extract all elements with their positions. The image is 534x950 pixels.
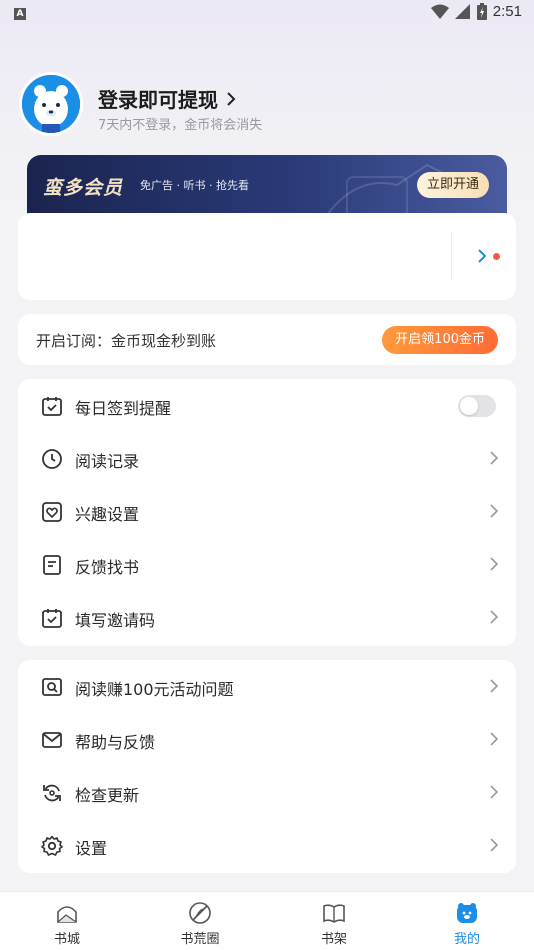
menu-label: 每日签到提醒 [75, 399, 172, 418]
checkin-reminder-toggle[interactable] [458, 395, 496, 417]
notification-dot [493, 253, 500, 260]
avatar[interactable] [19, 72, 83, 136]
menu-item-reading-history[interactable]: 阅读记录 [18, 432, 516, 485]
menu-label: 阅读赚100元活动问题 [75, 680, 234, 699]
status-indicator: A [14, 8, 26, 20]
search-box-icon [42, 678, 62, 696]
chevron-right-icon [490, 838, 498, 852]
vip-description: 免广告 · 听书 · 抢先看 [140, 179, 249, 192]
mail-icon [42, 732, 62, 748]
menu-item-check-update[interactable]: 检查更新 [18, 766, 516, 819]
menu-group-2: 阅读赚100元活动问题 帮助与反馈 检查更新 设置 [18, 660, 516, 873]
nav-label: 我的 [453, 932, 480, 947]
subscribe-button[interactable]: 开启领100金币 [382, 326, 498, 354]
subscribe-card: 开启订阅：金币现金秒到账 开启领100金币 [18, 314, 516, 365]
chevron-right-icon [490, 504, 498, 518]
status-icons: 2:51 [430, 3, 522, 20]
battery-icon [476, 3, 487, 20]
promo-card[interactable] [18, 213, 516, 300]
menu-item-activity-questions[interactable]: 阅读赚100元活动问题 [18, 660, 516, 713]
calendar-check-icon [42, 397, 62, 416]
menu-item-feedback-find-book[interactable]: 反馈找书 [18, 538, 516, 591]
gear-icon [41, 835, 63, 856]
document-icon [43, 555, 61, 575]
menu-item-help-feedback[interactable]: 帮助与反馈 [18, 713, 516, 766]
menu-item-invite-code[interactable]: 填写邀请码 [18, 591, 516, 644]
nav-item-mine[interactable]: 我的 [427, 900, 507, 947]
login-title[interactable]: 登录即可提现 [98, 84, 236, 113]
chevron-right-icon [490, 785, 498, 799]
calendar-check-icon [42, 609, 62, 628]
nav-label: 书荒圈 [180, 932, 220, 947]
bear-icon [457, 903, 477, 923]
nav-item-bookshelf[interactable]: 书架 [294, 900, 374, 947]
chevron-right-icon [490, 451, 498, 465]
chevron-right-icon[interactable] [478, 249, 486, 263]
nav-item-book-circle[interactable]: 书荒圈 [160, 900, 240, 947]
menu-item-checkin-reminder[interactable]: 每日签到提醒 [18, 379, 516, 432]
login-title-text: 登录即可提现 [98, 88, 218, 112]
chevron-right-icon [490, 557, 498, 571]
nav-item-bookstore[interactable]: 书城 [27, 900, 107, 947]
clock-icon [42, 449, 62, 469]
chevron-right-icon [490, 732, 498, 746]
menu-label: 反馈找书 [75, 558, 140, 577]
vip-banner[interactable]: 蛮多会员 免广告 · 听书 · 抢先看 立即开通 [27, 155, 507, 217]
home-icon [57, 906, 77, 923]
book-icon [323, 904, 345, 923]
nav-label: 书城 [53, 932, 80, 947]
bottom-nav: 书城 书荒圈 书架 我的 [0, 891, 534, 950]
chevron-right-icon [227, 91, 236, 106]
menu-label: 检查更新 [75, 786, 140, 805]
compass-icon [189, 902, 211, 924]
menu-label: 帮助与反馈 [75, 733, 156, 752]
menu-item-interest-settings[interactable]: 兴趣设置 [18, 485, 516, 538]
vip-open-button[interactable]: 立即开通 [416, 172, 489, 198]
toggle-knob [460, 397, 478, 415]
menu-label: 设置 [75, 839, 108, 858]
vip-title: 蛮多会员 [43, 177, 124, 199]
bear-avatar-icon [22, 75, 80, 133]
menu-label: 兴趣设置 [75, 505, 140, 524]
menu-item-settings[interactable]: 设置 [18, 819, 516, 872]
signal-icon [454, 3, 470, 19]
menu-label: 阅读记录 [75, 452, 140, 471]
chevron-right-icon [490, 679, 498, 693]
heart-box-icon [42, 502, 62, 522]
nav-label: 书架 [320, 932, 347, 947]
subscribe-text: 开启订阅：金币现金秒到账 [36, 332, 217, 350]
menu-group-1: 每日签到提醒 阅读记录 兴趣设置 反馈找书 填写邀请码 [18, 379, 516, 646]
refresh-icon [43, 784, 61, 802]
login-subtitle: 7天内不登录，金币将会消失 [98, 118, 263, 133]
menu-label: 填写邀请码 [75, 611, 156, 630]
status-bar: A 2:51 [0, 0, 534, 28]
status-time: 2:51 [492, 3, 522, 20]
chevron-right-icon [490, 610, 498, 624]
promo-divider [451, 231, 452, 281]
wifi-icon [430, 4, 449, 19]
